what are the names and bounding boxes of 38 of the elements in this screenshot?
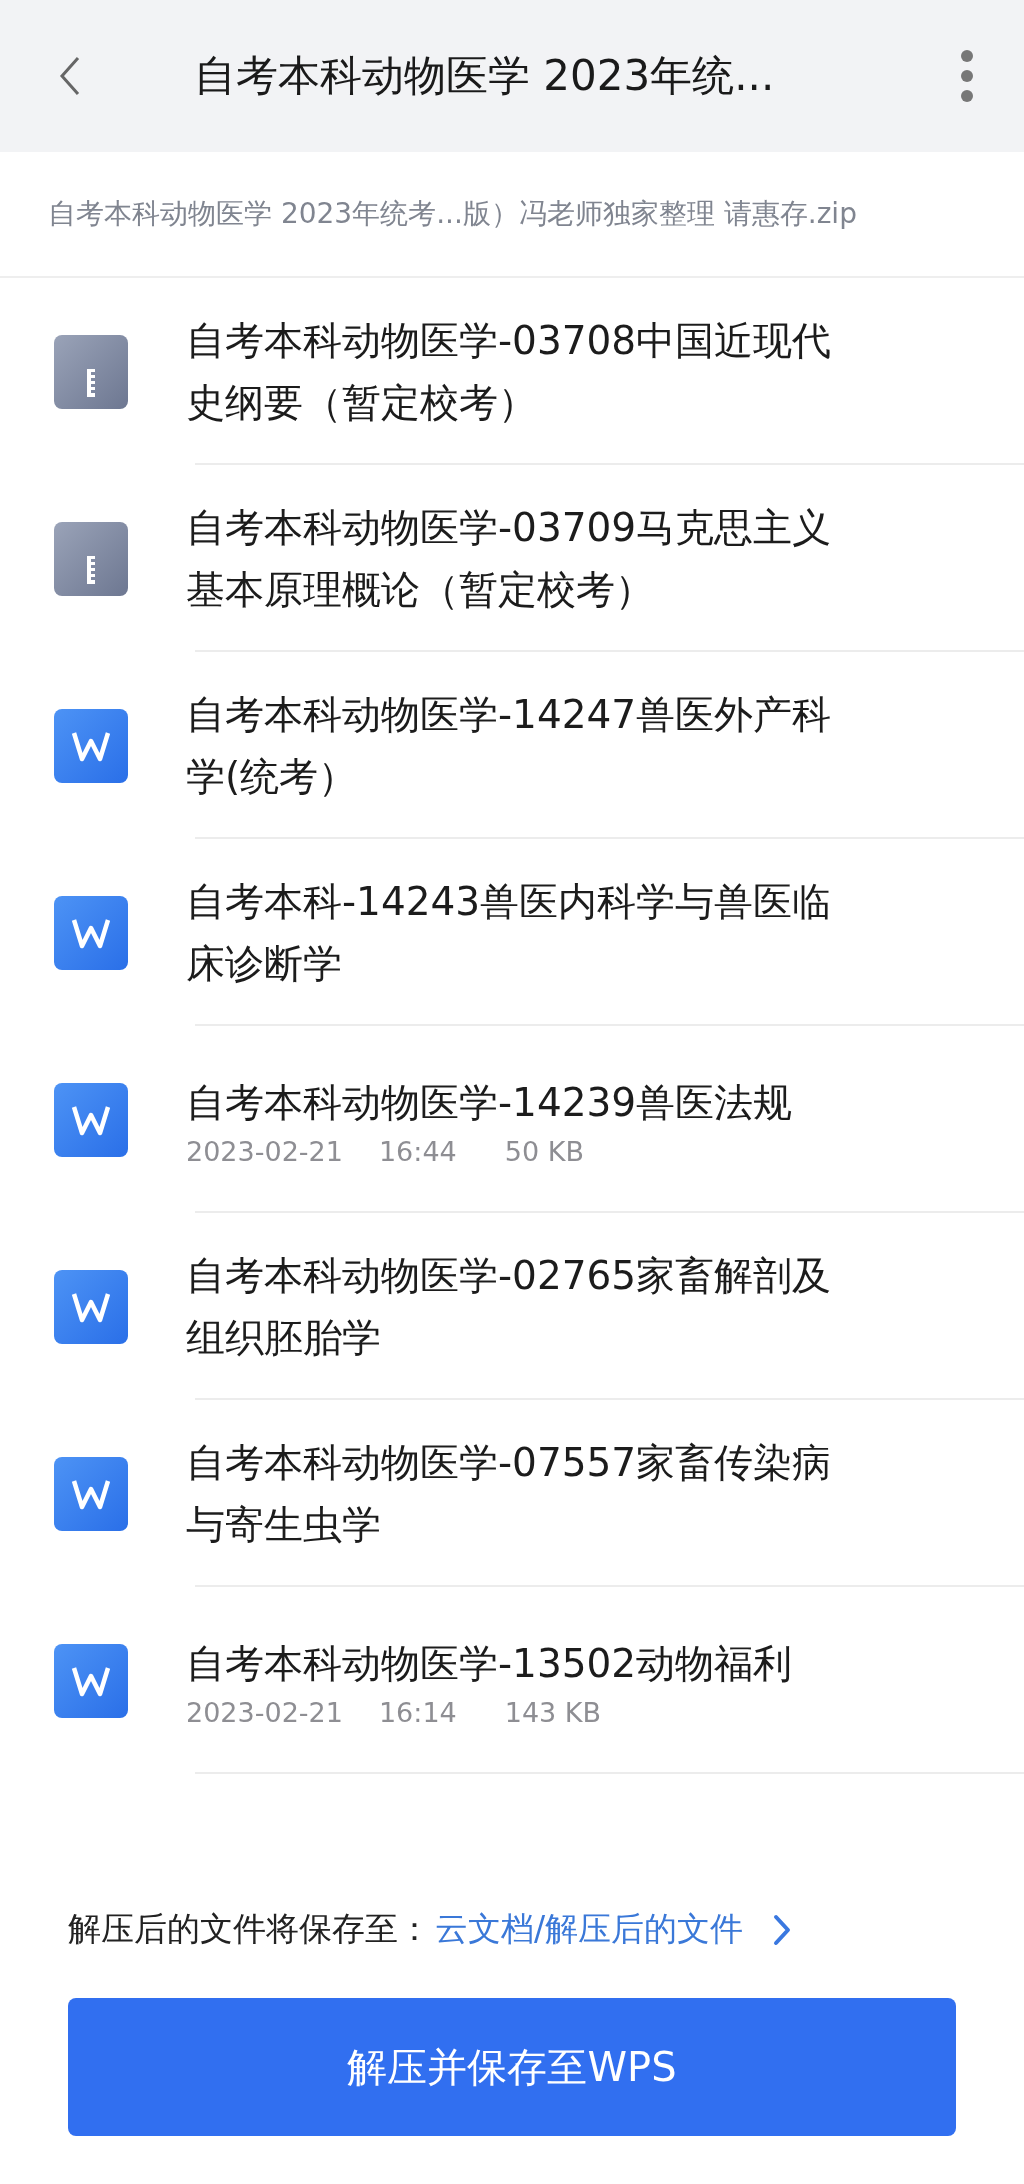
file-item[interactable]: 自考本科动物医学-14239兽医法规 2023-02-21 16:44 50 KB xyxy=(0,1026,1024,1213)
file-size: 50 KB xyxy=(504,1136,584,1167)
file-item[interactable]: 自考本科动物医学-03708中国近现代 史纲要（暂定校考） xyxy=(0,278,1024,465)
extract-save-button[interactable]: 解压并保存至WPS xyxy=(68,1998,956,2136)
document-icon xyxy=(54,1082,128,1157)
file-name: 自考本科动物医学-14239兽医法规 xyxy=(186,1079,793,1127)
file-item[interactable]: 自考本科动物医学-07557家畜传染病 与寄生虫学 xyxy=(0,1400,1024,1587)
file-time: 16:14 xyxy=(378,1697,457,1728)
file-name: 自考本科动物医学-13502动物福利 xyxy=(186,1640,793,1688)
file-name: 自考本科动物医学-07557家畜传染病 与寄生虫学 xyxy=(186,1438,832,1549)
file-name: 自考本科动物医学-03709马克思主义 基本原理概论（暂定校考） xyxy=(186,503,832,614)
file-name: 自考本科动物医学-14247兽医外产科 学(统考） xyxy=(186,690,832,801)
document-icon xyxy=(54,1643,128,1718)
chevron-right-icon[interactable] xyxy=(773,1913,792,1946)
file-name: 自考本科动物医学-03708中国近现代 史纲要（暂定校考） xyxy=(186,316,832,427)
document-icon xyxy=(54,1269,128,1344)
file-item[interactable]: 自考本科动物医学-13502动物福利 2023-02-21 16:14 143 KB xyxy=(0,1587,1024,1774)
back-icon[interactable] xyxy=(58,54,82,98)
file-item[interactable]: 自考本科-14243兽医内科学与兽医临 床诊断学 xyxy=(0,839,1024,1026)
document-icon xyxy=(54,1456,128,1531)
document-icon xyxy=(54,895,128,970)
file-time: 16:44 xyxy=(378,1136,457,1167)
file-size: 143 KB xyxy=(504,1697,602,1728)
zip-file-icon xyxy=(54,521,128,596)
save-location-label: 解压后的文件将保存至： xyxy=(68,1908,431,1950)
file-name: 自考本科-14243兽医内科学与兽医临 床诊断学 xyxy=(186,877,832,988)
file-item[interactable]: 自考本科动物医学-02765家畜解剖及 组织胚胎学 xyxy=(0,1213,1024,1400)
file-item[interactable]: 自考本科动物医学-03709马克思主义 基本原理概论（暂定校考） xyxy=(0,465,1024,652)
archive-path: 自考本科动物医学 2023年统考...版）冯老师独家整理 请惠存.zip xyxy=(0,152,1024,278)
file-date: 2023-02-21 xyxy=(186,1697,343,1728)
document-icon xyxy=(54,708,128,783)
file-date: 2023-02-21 xyxy=(186,1136,343,1167)
more-icon[interactable] xyxy=(960,49,974,103)
save-location-link[interactable]: 云文档/解压后的文件 xyxy=(435,1907,744,1952)
file-item[interactable]: 自考本科动物医学-14247兽医外产科 学(统考） xyxy=(0,652,1024,839)
zip-file-icon xyxy=(54,334,128,409)
window-title: 自考本科动物医学 2023年统... xyxy=(194,50,776,102)
file-name: 自考本科动物医学-02765家畜解剖及 组织胚胎学 xyxy=(186,1251,832,1362)
